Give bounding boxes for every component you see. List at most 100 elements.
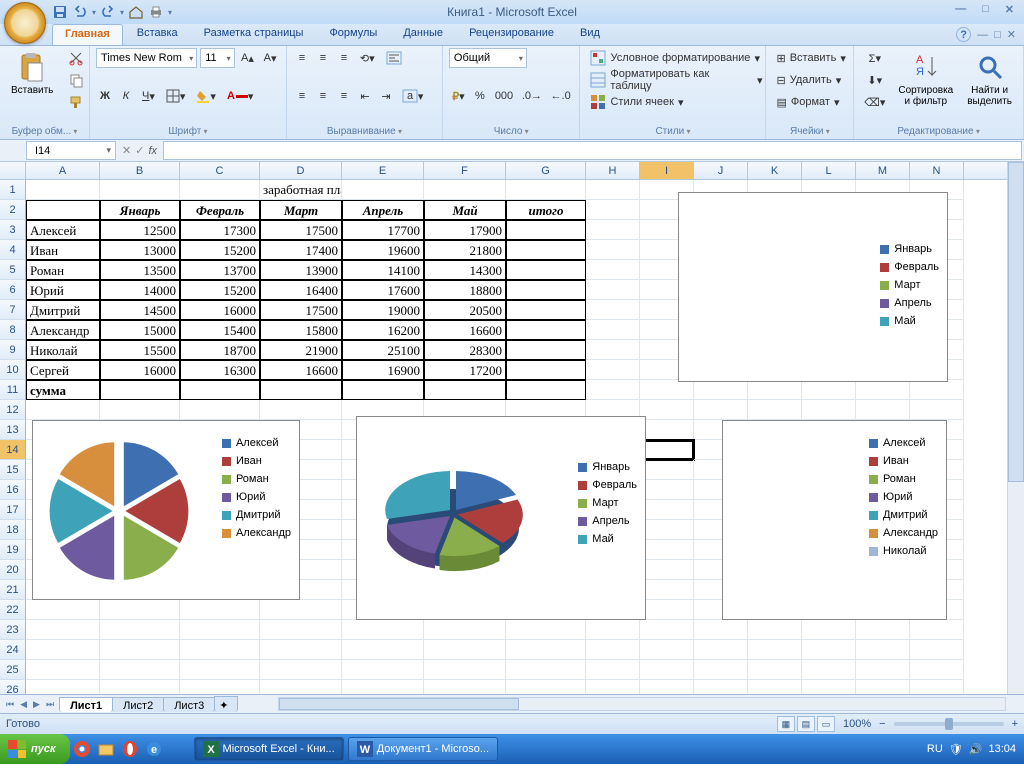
cell-G23[interactable] [506, 620, 586, 640]
cell-M11[interactable] [856, 380, 910, 400]
tab-data[interactable]: Данные [391, 24, 455, 45]
taskbar-item-excel[interactable]: X Microsoft Excel - Кни... [194, 737, 344, 761]
undo-icon[interactable] [72, 4, 88, 20]
conditional-format-button[interactable]: Условное форматирование▾ [586, 48, 766, 68]
orientation-button[interactable]: ⟲▾ [356, 48, 379, 68]
cell-B11[interactable] [100, 380, 180, 400]
office-button[interactable] [4, 2, 46, 44]
row-header-9[interactable]: 9 [0, 340, 26, 360]
tab-view[interactable]: Вид [568, 24, 612, 45]
find-select-button[interactable]: Найти и выделить [962, 48, 1017, 112]
cell-I23[interactable] [640, 620, 694, 640]
view-normal-button[interactable]: ▦ [777, 716, 795, 732]
cell-A6[interactable]: Юрий [26, 280, 100, 300]
cell-E23[interactable] [342, 620, 424, 640]
cell-G4[interactable] [506, 240, 586, 260]
help-icon[interactable]: ? [956, 27, 971, 42]
row-header-7[interactable]: 7 [0, 300, 26, 320]
cell-E2[interactable]: Апрель [342, 200, 424, 220]
cell-N25[interactable] [910, 660, 964, 680]
cell-N12[interactable] [910, 400, 964, 420]
row-header-6[interactable]: 6 [0, 280, 26, 300]
cell-J23[interactable] [694, 620, 748, 640]
insert-cells-button[interactable]: ⊞Вставить▾ [772, 48, 852, 68]
cell-F8[interactable]: 16600 [424, 320, 506, 340]
cell-E26[interactable] [342, 680, 424, 694]
cell-I25[interactable] [640, 660, 694, 680]
cell-F10[interactable]: 17200 [424, 360, 506, 380]
cell-E25[interactable] [342, 660, 424, 680]
cell-E11[interactable] [342, 380, 424, 400]
cell-B5[interactable]: 13500 [100, 260, 180, 280]
align-middle-button[interactable]: ≡ [314, 48, 332, 68]
cell-I22[interactable] [640, 600, 694, 620]
vertical-scrollbar[interactable] [1007, 162, 1024, 694]
paste-button[interactable]: Вставить [6, 48, 58, 112]
format-table-button[interactable]: Форматировать как таблицу▾ [586, 70, 766, 90]
cell-A3[interactable]: Алексей [26, 220, 100, 240]
cell-F26[interactable] [424, 680, 506, 694]
increase-decimal-button[interactable]: .0→ [519, 86, 545, 106]
cell-J11[interactable] [694, 380, 748, 400]
row-header-14[interactable]: 14 [0, 440, 26, 460]
cell-G25[interactable] [506, 660, 586, 680]
mdi-restore-button[interactable]: □ [994, 29, 1001, 41]
cell-E8[interactable]: 16200 [342, 320, 424, 340]
cell-I15[interactable] [640, 460, 694, 480]
cell-F3[interactable]: 17900 [424, 220, 506, 240]
cell-D23[interactable] [260, 620, 342, 640]
fill-color-button[interactable]: ▾ [192, 86, 220, 106]
enter-formula-icon[interactable]: ✓ [135, 144, 144, 157]
cell-E6[interactable]: 17600 [342, 280, 424, 300]
cell-A24[interactable] [26, 640, 100, 660]
cell-B1[interactable] [100, 180, 180, 200]
cell-E10[interactable]: 16900 [342, 360, 424, 380]
cell-F5[interactable]: 14300 [424, 260, 506, 280]
cancel-formula-icon[interactable]: ✕ [122, 144, 131, 157]
cell-D4[interactable]: 17400 [260, 240, 342, 260]
cell-E3[interactable]: 17700 [342, 220, 424, 240]
cell-M26[interactable] [856, 680, 910, 694]
cell-G7[interactable] [506, 300, 586, 320]
sort-filter-button[interactable]: АЯ Сортировка и фильтр [893, 48, 958, 112]
cell-D6[interactable]: 16400 [260, 280, 342, 300]
cell-E4[interactable]: 19600 [342, 240, 424, 260]
qat-more-icon[interactable]: ▾ [168, 8, 172, 17]
cell-C23[interactable] [180, 620, 260, 640]
new-sheet-button[interactable]: ✦ [214, 696, 238, 712]
cell-C1[interactable] [180, 180, 260, 200]
cell-D24[interactable] [260, 640, 342, 660]
zoom-out-button[interactable]: − [879, 718, 885, 730]
cell-B2[interactable]: Январь [100, 200, 180, 220]
cell-K24[interactable] [748, 640, 802, 660]
cell-A23[interactable] [26, 620, 100, 640]
cell-D10[interactable]: 16600 [260, 360, 342, 380]
cell-G8[interactable] [506, 320, 586, 340]
chart-pie-names[interactable]: Алексей Иван Роман Юрий Дмитрий Александ… [32, 420, 300, 600]
cell-J24[interactable] [694, 640, 748, 660]
tb-ie-icon[interactable]: e [144, 739, 164, 759]
undo-more-icon[interactable]: ▾ [92, 8, 96, 17]
tb-opera-icon[interactable] [120, 739, 140, 759]
col-header-N[interactable]: N [910, 162, 964, 179]
cell-H9[interactable] [586, 340, 640, 360]
start-button[interactable]: пуск [0, 734, 70, 764]
cell-I21[interactable] [640, 580, 694, 600]
cell-B6[interactable]: 14000 [100, 280, 180, 300]
cell-N24[interactable] [910, 640, 964, 660]
chart-pie-3d-months[interactable]: Январь Февраль Март Апрель Май [356, 416, 646, 620]
col-header-B[interactable]: B [100, 162, 180, 179]
number-format-combo[interactable]: Общий [449, 48, 527, 68]
cell-B25[interactable] [100, 660, 180, 680]
zoom-slider[interactable] [894, 722, 1004, 726]
cell-G26[interactable] [506, 680, 586, 694]
row-header-5[interactable]: 5 [0, 260, 26, 280]
align-center-button[interactable]: ≡ [314, 86, 332, 106]
cell-I13[interactable] [640, 420, 694, 440]
cell-M25[interactable] [856, 660, 910, 680]
cell-A2[interactable] [26, 200, 100, 220]
cell-F24[interactable] [424, 640, 506, 660]
cell-I17[interactable] [640, 500, 694, 520]
cell-A5[interactable]: Роман [26, 260, 100, 280]
cell-H1[interactable] [586, 180, 640, 200]
